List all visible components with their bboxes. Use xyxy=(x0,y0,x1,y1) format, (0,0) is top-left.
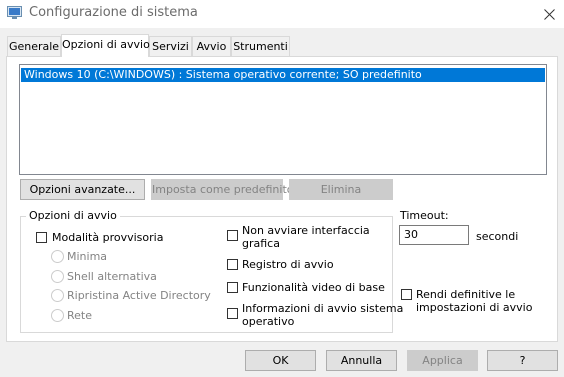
tab-servizi[interactable]: Servizi xyxy=(149,36,192,56)
base-video-label: Funzionalità video di base xyxy=(242,281,385,294)
ad-repair-label: Ripristina Active Directory xyxy=(67,289,211,302)
network-radio[interactable] xyxy=(51,309,64,322)
os-boot-info-checkbox[interactable] xyxy=(227,308,238,319)
msconfig-app-icon xyxy=(7,6,22,19)
os-boot-info-label-line1: Informazioni di avvio sistema xyxy=(242,302,404,315)
set-default-button[interactable]: Imposta come predefinito xyxy=(151,179,294,200)
system-configuration-window: Configurazione di sistema Generale Opzio… xyxy=(0,0,564,377)
tab-strumenti[interactable]: Strumenti xyxy=(231,36,290,56)
tab-avvio[interactable]: Avvio xyxy=(192,36,231,56)
apply-button[interactable]: Applica xyxy=(407,350,478,371)
timeout-label: Timeout: xyxy=(400,209,449,222)
tab-opzioni-di-avvio[interactable]: Opzioni di avvio xyxy=(61,34,150,57)
boot-log-label: Registro di avvio xyxy=(242,258,334,271)
boot-entries-list[interactable]: Windows 10 (C:\WINDOWS) : Sistema operat… xyxy=(19,64,547,175)
make-permanent-checkbox[interactable] xyxy=(401,289,412,300)
advanced-options-button[interactable]: Opzioni avanzate... xyxy=(20,179,145,200)
make-permanent-label-line1: Rendi definitive le xyxy=(416,288,516,301)
minimal-label: Minima xyxy=(67,250,108,263)
cancel-button[interactable]: Annulla xyxy=(326,350,397,371)
boot-entry-item[interactable]: Windows 10 (C:\WINDOWS) : Sistema operat… xyxy=(21,68,545,82)
os-boot-info-label-line2: operativo xyxy=(242,315,295,328)
ad-repair-radio[interactable] xyxy=(51,289,64,302)
timeout-unit-label: secondi xyxy=(476,230,519,243)
close-icon xyxy=(543,8,555,20)
ok-button[interactable]: OK xyxy=(245,350,316,371)
window-title: Configurazione di sistema xyxy=(29,5,198,20)
safe-boot-checkbox[interactable] xyxy=(36,232,47,243)
alternate-shell-radio[interactable] xyxy=(51,270,64,283)
timeout-input[interactable]: 30 xyxy=(399,225,469,245)
make-permanent-label-line2: impostazioni di avvio xyxy=(416,301,533,314)
safe-boot-label: Modalità provvisoria xyxy=(52,231,164,244)
boot-log-checkbox[interactable] xyxy=(227,259,238,270)
help-button[interactable]: ? xyxy=(487,350,558,371)
delete-button[interactable]: Elimina xyxy=(289,179,393,200)
base-video-checkbox[interactable] xyxy=(227,282,238,293)
network-label: Rete xyxy=(67,309,92,322)
close-button[interactable] xyxy=(534,0,564,28)
alternate-shell-label: Shell alternativa xyxy=(67,270,157,283)
no-gui-checkbox[interactable] xyxy=(227,230,238,241)
tab-generale[interactable]: Generale xyxy=(7,36,61,56)
no-gui-label-line2: grafica xyxy=(242,237,280,250)
no-gui-label-line1: Non avviare interfaccia xyxy=(242,224,370,237)
minimal-radio[interactable] xyxy=(51,250,64,263)
boot-options-legend: Opzioni di avvio xyxy=(26,209,120,222)
title-bar: Configurazione di sistema xyxy=(0,0,564,28)
